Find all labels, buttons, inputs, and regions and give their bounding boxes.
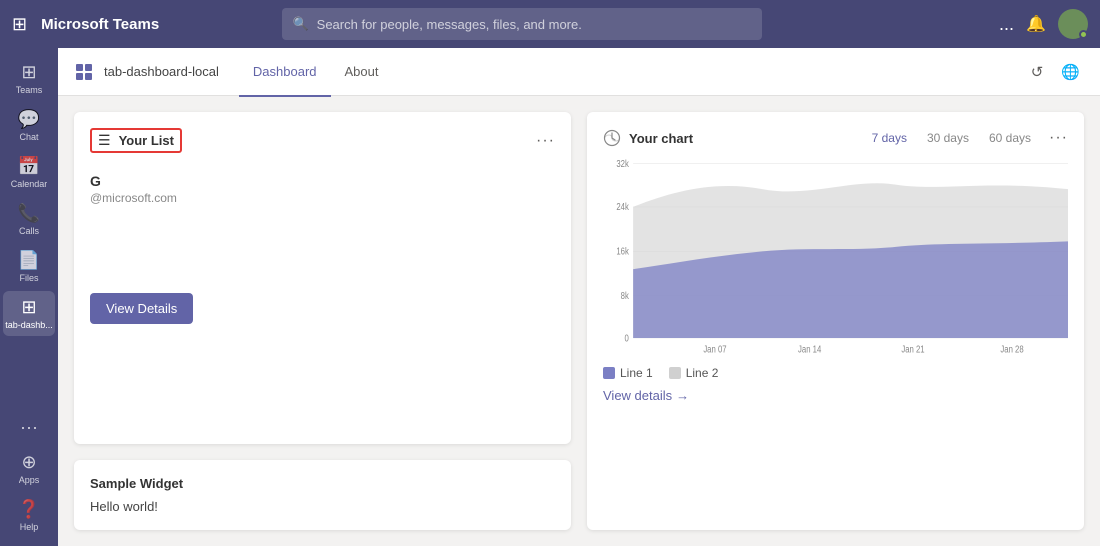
tabbar: tab-dashboard-local Dashboard About ↺ 🌐: [58, 48, 1100, 96]
notifications-bell-icon[interactable]: 🔔: [1026, 14, 1046, 34]
main-layout: ⊞ Teams 💬 Chat 📅 Calendar 📞 Calls 📄 File…: [0, 48, 1100, 546]
chart-area: 32k 24k 16k 8k 0: [603, 158, 1068, 358]
globe-icon[interactable]: 🌐: [1057, 59, 1084, 85]
files-icon: 📄: [18, 250, 40, 271]
list-icon: ☰: [98, 132, 111, 149]
sidebar-item-chat[interactable]: 💬 Chat: [3, 103, 55, 148]
svg-text:24k: 24k: [616, 201, 629, 212]
search-input[interactable]: [317, 17, 753, 32]
sample-widget-card: Sample Widget Hello world!: [74, 460, 571, 530]
apps-grid-icon[interactable]: ⊞: [12, 14, 27, 35]
right-column: Your chart 7 days 30 days 60 days ···: [587, 112, 1084, 530]
tabbar-app-name: tab-dashboard-local: [104, 64, 219, 79]
chart-svg: 32k 24k 16k 8k 0: [603, 158, 1068, 358]
svg-text:8k: 8k: [621, 290, 630, 301]
panels-area: ☰ Your List ··· G @microsoft.com View De…: [58, 96, 1100, 546]
chart-header: Your chart 7 days 30 days 60 days ···: [603, 128, 1068, 148]
tab-dashboard[interactable]: Dashboard: [239, 49, 331, 97]
chart-title: Your chart: [629, 131, 693, 146]
tabbar-logo: [74, 62, 94, 82]
legend-item-line2: Line 2: [669, 366, 719, 380]
more-options-icon[interactable]: ...: [999, 14, 1014, 35]
chart-legend: Line 1 Line 2: [603, 366, 1068, 380]
your-chart-card: Your chart 7 days 30 days 60 days ···: [587, 112, 1084, 530]
chart-icon: [603, 129, 621, 147]
legend-dot-line1: [603, 367, 615, 379]
presence-dot: [1079, 30, 1088, 39]
view-details-button[interactable]: View Details: [90, 293, 193, 324]
card-menu-chart[interactable]: ···: [1049, 129, 1068, 147]
search-bar[interactable]: 🔍: [282, 8, 762, 40]
topbar: ⊞ Microsoft Teams 🔍 ... 🔔: [0, 0, 1100, 48]
search-icon: 🔍: [292, 16, 308, 32]
topbar-right: ... 🔔: [999, 9, 1088, 39]
sidebar-item-label-calendar: Calendar: [11, 179, 48, 189]
sidebar-item-apps[interactable]: ⊕ Apps: [3, 446, 55, 491]
sidebar-item-label-files: Files: [19, 273, 38, 283]
sidebar-item-label-tab-dashboard: tab-dashb...: [5, 320, 53, 330]
svg-text:Jan 28: Jan 28: [1000, 344, 1023, 355]
sidebar-item-label-calls: Calls: [19, 226, 39, 236]
list-item: G @microsoft.com: [90, 165, 555, 213]
sidebar-item-label-teams: Teams: [16, 85, 43, 95]
period-tab-30days[interactable]: 30 days: [917, 128, 979, 148]
view-details-text: View details: [603, 388, 672, 403]
widget-body: Hello world!: [90, 499, 555, 514]
sidebar-item-files[interactable]: 📄 Files: [3, 244, 55, 289]
svg-text:32k: 32k: [616, 158, 629, 169]
card-header-list: ☰ Your List ···: [90, 128, 555, 153]
tab-dashboard-icon: ⊞: [21, 297, 36, 318]
sidebar-item-teams[interactable]: ⊞ Teams: [3, 56, 55, 101]
apps-icon: ⊕: [21, 452, 36, 473]
refresh-icon[interactable]: ↺: [1027, 59, 1048, 85]
sidebar-item-label-chat: Chat: [19, 132, 38, 142]
calendar-icon: 📅: [18, 156, 40, 177]
card-menu-list[interactable]: ···: [536, 132, 555, 150]
left-column: ☰ Your List ··· G @microsoft.com View De…: [74, 112, 571, 530]
card-title-area-list: ☰ Your List: [90, 128, 182, 153]
svg-text:0: 0: [625, 332, 629, 343]
list-item-sub: @microsoft.com: [90, 191, 555, 205]
sidebar: ⊞ Teams 💬 Chat 📅 Calendar 📞 Calls 📄 File…: [0, 48, 58, 546]
teams-icon: ⊞: [21, 62, 36, 83]
sidebar-item-label-help: Help: [20, 522, 39, 532]
calls-icon: 📞: [18, 203, 40, 224]
tab-about[interactable]: About: [331, 49, 393, 97]
avatar[interactable]: [1058, 9, 1088, 39]
widget-title: Sample Widget: [90, 476, 555, 491]
sidebar-item-calendar[interactable]: 📅 Calendar: [3, 150, 55, 195]
content-area: tab-dashboard-local Dashboard About ↺ 🌐 …: [58, 48, 1100, 546]
period-tab-60days[interactable]: 60 days: [979, 128, 1041, 148]
view-details-link[interactable]: View details →: [603, 388, 1068, 403]
sidebar-more-button[interactable]: ···: [3, 411, 55, 444]
legend-label-line2: Line 2: [686, 366, 719, 380]
arrow-icon: →: [676, 388, 689, 403]
legend-dot-line2: [669, 367, 681, 379]
list-item-name: G: [90, 173, 555, 189]
sidebar-item-tab-dashboard[interactable]: ⊞ tab-dashb...: [3, 291, 55, 336]
sidebar-item-calls[interactable]: 📞 Calls: [3, 197, 55, 242]
tabbar-right-actions: ↺ 🌐: [1027, 59, 1084, 85]
svg-text:Jan 14: Jan 14: [798, 344, 821, 355]
legend-item-line1: Line 1: [603, 366, 653, 380]
svg-text:Jan 07: Jan 07: [703, 344, 726, 355]
more-icon: ···: [20, 417, 38, 438]
chat-icon: 💬: [18, 109, 40, 130]
your-list-card: ☰ Your List ··· G @microsoft.com View De…: [74, 112, 571, 444]
app-title: Microsoft Teams: [41, 16, 159, 33]
legend-label-line1: Line 1: [620, 366, 653, 380]
help-icon: ❓: [18, 499, 40, 520]
svg-text:16k: 16k: [616, 246, 629, 257]
period-tab-7days[interactable]: 7 days: [862, 128, 917, 148]
sidebar-item-label-apps: Apps: [19, 475, 40, 485]
chart-period-tabs: 7 days 30 days 60 days: [862, 128, 1041, 148]
card-title-list: Your List: [119, 133, 174, 148]
svg-text:Jan 21: Jan 21: [901, 344, 924, 355]
chart-title-area: Your chart: [603, 129, 693, 147]
sidebar-item-help[interactable]: ❓ Help: [3, 493, 55, 538]
